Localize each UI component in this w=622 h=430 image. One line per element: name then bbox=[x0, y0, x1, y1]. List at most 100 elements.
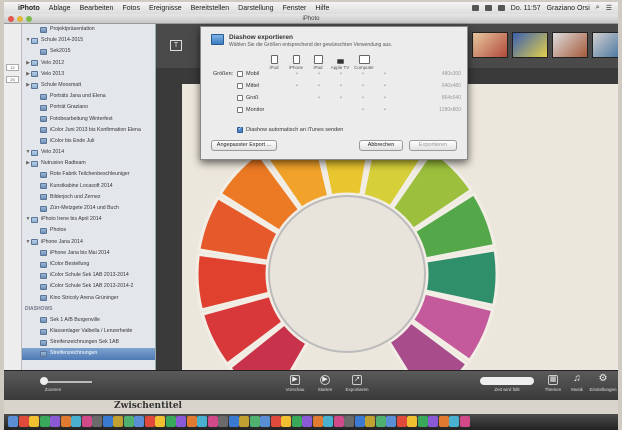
dock-app-icon[interactable] bbox=[92, 416, 102, 427]
dock-app-icon[interactable] bbox=[449, 416, 459, 427]
dock-app-icon[interactable] bbox=[302, 416, 312, 427]
dock-app-icon[interactable] bbox=[165, 416, 176, 427]
minimize-button[interactable] bbox=[17, 16, 23, 22]
sidebar-item[interactable]: Sek 1 A/B Burgenville bbox=[22, 315, 155, 326]
menu-bearbeiten[interactable]: Bearbeiten bbox=[80, 5, 114, 12]
sidebar-item[interactable]: ▼ Schule 2014-2015 bbox=[22, 35, 155, 46]
sidebar-item[interactable]: Sek2015 bbox=[22, 46, 155, 57]
duration-field[interactable] bbox=[480, 377, 534, 385]
sidebar-item[interactable]: Projektpräsentation bbox=[22, 24, 155, 35]
dock-app-icon[interactable] bbox=[155, 416, 165, 427]
dock-app-icon[interactable] bbox=[29, 416, 39, 427]
menu-bereitstellen[interactable]: Bereitstellen bbox=[191, 5, 230, 12]
preview-button[interactable]: ▶ Vorschau bbox=[278, 375, 312, 392]
dock-app-icon[interactable] bbox=[239, 416, 249, 427]
sidebar-item[interactable]: Rote Fabrik Teilchenbeschleuniger bbox=[22, 169, 155, 180]
sidebar-item[interactable]: Streifenzeichnungen bbox=[22, 348, 155, 360]
dock-app-icon[interactable] bbox=[407, 416, 417, 427]
sidebar-item[interactable]: ▼ iPhone Jana 2014 bbox=[22, 237, 155, 248]
zoom-button[interactable] bbox=[26, 16, 32, 22]
sidebar-item[interactable]: iColor Schule Sek 1AB 2013-2014 bbox=[22, 270, 155, 281]
dock-app-icon[interactable] bbox=[312, 416, 323, 427]
spotlight-icon[interactable]: ⌕ bbox=[596, 4, 600, 12]
export-button[interactable]: Exportieren bbox=[409, 140, 457, 151]
dock-app-icon[interactable] bbox=[228, 416, 239, 427]
dock-app-icon[interactable] bbox=[134, 416, 144, 427]
dock-app-icon[interactable] bbox=[81, 416, 92, 427]
sidebar-item[interactable]: ▼ Velo 2014 bbox=[22, 147, 155, 158]
menu-hilfe[interactable]: Hilfe bbox=[315, 5, 329, 12]
dock-app-icon[interactable] bbox=[186, 416, 197, 427]
cancel-button[interactable]: Abbrechen bbox=[359, 140, 403, 151]
sidebar-item[interactable]: ▶ Velo 2012 bbox=[22, 58, 155, 69]
menu-ablage[interactable]: Ablage bbox=[49, 5, 71, 12]
dock-app-icon[interactable] bbox=[333, 416, 344, 427]
dock-app-icon[interactable] bbox=[323, 416, 333, 427]
menu-fenster[interactable]: Fenster bbox=[283, 5, 307, 12]
dock-app-icon[interactable] bbox=[428, 416, 438, 427]
size-row-gross[interactable]: Groß • • • • 864x540 bbox=[237, 93, 461, 103]
sidebar-item[interactable]: ▼ iPhoto Irene bis April 2014 bbox=[22, 214, 155, 225]
dock-app-icon[interactable] bbox=[291, 416, 302, 427]
checkbox[interactable] bbox=[237, 71, 243, 77]
sidebar-item[interactable]: iPhone Jana bis Mai 2014 bbox=[22, 248, 155, 259]
sidebar-item[interactable]: iColor Juni 2013 bis Konfirmation Elena bbox=[22, 125, 155, 136]
dock-app-icon[interactable] bbox=[386, 416, 396, 427]
wifi-icon[interactable] bbox=[497, 5, 505, 11]
dock-app-icon[interactable] bbox=[375, 416, 386, 427]
dock-app-icon[interactable] bbox=[71, 416, 81, 427]
close-button[interactable] bbox=[8, 16, 14, 22]
dock-app-icon[interactable] bbox=[218, 416, 228, 427]
dock-app-icon[interactable] bbox=[60, 416, 71, 427]
notification-icon[interactable]: ☰ bbox=[606, 4, 612, 12]
itunes-option[interactable]: Diashow automatisch an iTunes senden bbox=[237, 126, 343, 133]
sidebar-item[interactable]: iColor Schule Sek 1AB 2013-2014-2 bbox=[22, 281, 155, 292]
sidebar-item[interactable]: ▶ Schule Moosmatt bbox=[22, 80, 155, 91]
dock-app-icon[interactable] bbox=[102, 416, 113, 427]
slide-thumbnail[interactable] bbox=[512, 32, 548, 58]
size-row-mittel[interactable]: Mittel • • • • • 640x480 bbox=[237, 81, 461, 91]
slide-title-icon[interactable]: T bbox=[170, 40, 182, 51]
menu-darstellung[interactable]: Darstellung bbox=[238, 5, 273, 12]
sidebar-item[interactable]: Streifenzeichnungen Sek 1AB bbox=[22, 337, 155, 348]
sidebar-item[interactable]: Photos bbox=[22, 225, 155, 236]
sidebar-item[interactable]: Porträt Graziano bbox=[22, 102, 155, 113]
dock-app-icon[interactable] bbox=[207, 416, 218, 427]
menu-ereignisse[interactable]: Ereignisse bbox=[149, 5, 182, 12]
dock-app-icon[interactable] bbox=[197, 416, 207, 427]
dock-app-icon[interactable] bbox=[113, 416, 123, 427]
dock-app-icon[interactable] bbox=[365, 416, 375, 427]
slide-thumbnail[interactable] bbox=[592, 32, 618, 58]
dock-app-icon[interactable] bbox=[270, 416, 281, 427]
menu-app[interactable]: iPhoto bbox=[18, 5, 40, 12]
sidebar-item[interactable]: Porträts Jana und Elena bbox=[22, 91, 155, 102]
slide-thumbnail[interactable] bbox=[472, 32, 508, 58]
status-icon[interactable] bbox=[484, 5, 492, 11]
clock[interactable]: Do. 11:57 bbox=[511, 5, 541, 12]
dock-app-icon[interactable] bbox=[8, 416, 18, 427]
sidebar-item[interactable]: iColor Bestellung bbox=[22, 259, 155, 270]
user-name[interactable]: Graziano Orsi bbox=[547, 5, 590, 12]
sidebar-item[interactable]: Kunstkabine Locasoft 2014 bbox=[22, 181, 155, 192]
dock-app-icon[interactable] bbox=[50, 416, 60, 427]
dock-app-icon[interactable] bbox=[354, 416, 365, 427]
sidebar-item[interactable]: Zürr-Metzgete 2014 und Buch bbox=[22, 203, 155, 214]
dock-app-icon[interactable] bbox=[18, 416, 29, 427]
dock-app-icon[interactable] bbox=[396, 416, 407, 427]
dock-app-icon[interactable] bbox=[144, 416, 155, 427]
zoom-slider[interactable] bbox=[42, 381, 92, 383]
sidebar-item[interactable]: Kino Stricoly Arena Grüninger bbox=[22, 293, 155, 304]
size-row-mobil[interactable]: Mobil • • • • • 480x300 bbox=[237, 69, 461, 79]
dock-app-icon[interactable] bbox=[260, 416, 270, 427]
dock-app-icon[interactable] bbox=[459, 416, 470, 427]
menu-fotos[interactable]: Fotos bbox=[122, 5, 140, 12]
play-button[interactable]: ▶ Starten bbox=[308, 375, 342, 392]
status-icon[interactable] bbox=[471, 5, 479, 11]
export-toolbar-button[interactable]: ↗ Exportieren bbox=[340, 375, 374, 392]
slide-thumbnail[interactable] bbox=[552, 32, 588, 58]
sidebar-item[interactable]: Klassenlager Valbella / Lenzerheide bbox=[22, 326, 155, 337]
dock-app-icon[interactable] bbox=[417, 416, 428, 427]
checkbox[interactable] bbox=[237, 83, 243, 89]
checkbox[interactable] bbox=[237, 95, 243, 101]
sidebar-item[interactable]: Bilderjoch und Zernez bbox=[22, 192, 155, 203]
